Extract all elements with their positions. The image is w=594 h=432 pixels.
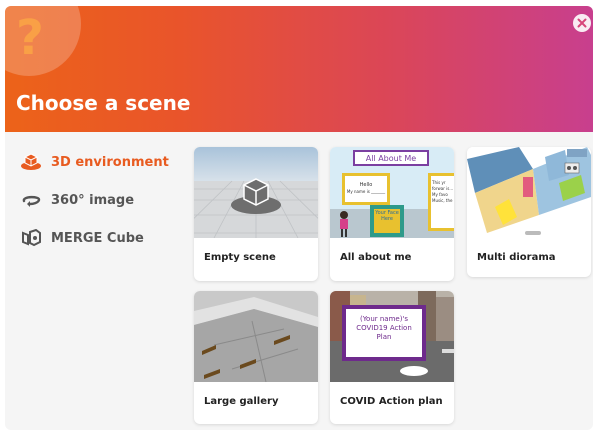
dialog-header: ? Choose a scene [5, 6, 593, 132]
scene-card-covid-action-plan[interactable]: (Your name)'s COVID19 Action Plan COVID … [330, 291, 454, 424]
scene-card-label: Multi diorama [477, 252, 556, 263]
sidebar-item-3d-environment[interactable]: 3D environment [19, 152, 189, 172]
all-about-me-thumbnail: All About Me Hello My name is _______ Yo… [330, 147, 454, 238]
scene-card-label: All about me [340, 252, 412, 263]
scene-chooser-dialog: ? Choose a scene 3D environment 360° ima… [5, 6, 593, 430]
scene-card-all-about-me[interactable]: All About Me Hello My name is _______ Yo… [330, 147, 454, 281]
sidebar-item-merge-cube[interactable]: MERGE Cube [19, 228, 189, 248]
360-icon [19, 190, 43, 210]
scene-card-label: COVID Action plan [340, 396, 443, 407]
covid-action-plan-thumbnail: (Your name)'s COVID19 Action Plan [330, 291, 454, 382]
sidebar-item-label: 360° image [51, 192, 135, 208]
scene-card-label: Large gallery [204, 396, 279, 407]
thumb-name-text: My name is _______ [347, 189, 386, 194]
scene-card-label: Empty scene [204, 252, 276, 263]
question-mark-icon: ? [16, 10, 44, 66]
large-gallery-thumbnail [194, 291, 318, 382]
empty-scene-thumbnail [194, 147, 318, 238]
close-icon [577, 18, 587, 28]
thumb-face-text: Your Face Here [375, 210, 399, 222]
sidebar-item-360-image[interactable]: 360° image [19, 190, 189, 210]
scene-card-empty-scene[interactable]: Empty scene [194, 147, 318, 281]
scene-type-list: 3D environment 360° image MERGE Cube [19, 152, 189, 266]
scene-card-multi-diorama[interactable]: Multi diorama [467, 147, 591, 277]
sidebar-item-label: MERGE Cube [51, 230, 144, 246]
3d-cube-icon [19, 152, 43, 172]
scene-card-large-gallery[interactable]: Large gallery [194, 291, 318, 424]
thumb-side-text: This yr forwar is... My favo Music, the [432, 180, 454, 203]
thumb-banner-text: All About Me [366, 154, 417, 163]
thumb-sign-text: (Your name)'s COVID19 Action Plan [356, 315, 412, 341]
sidebar-item-label: 3D environment [51, 154, 169, 170]
thumb-hello-text: Hello [360, 182, 373, 188]
close-button[interactable] [573, 14, 591, 32]
merge-cube-icon [19, 228, 43, 248]
multi-diorama-thumbnail [467, 147, 591, 238]
dialog-title: Choose a scene [16, 91, 191, 115]
